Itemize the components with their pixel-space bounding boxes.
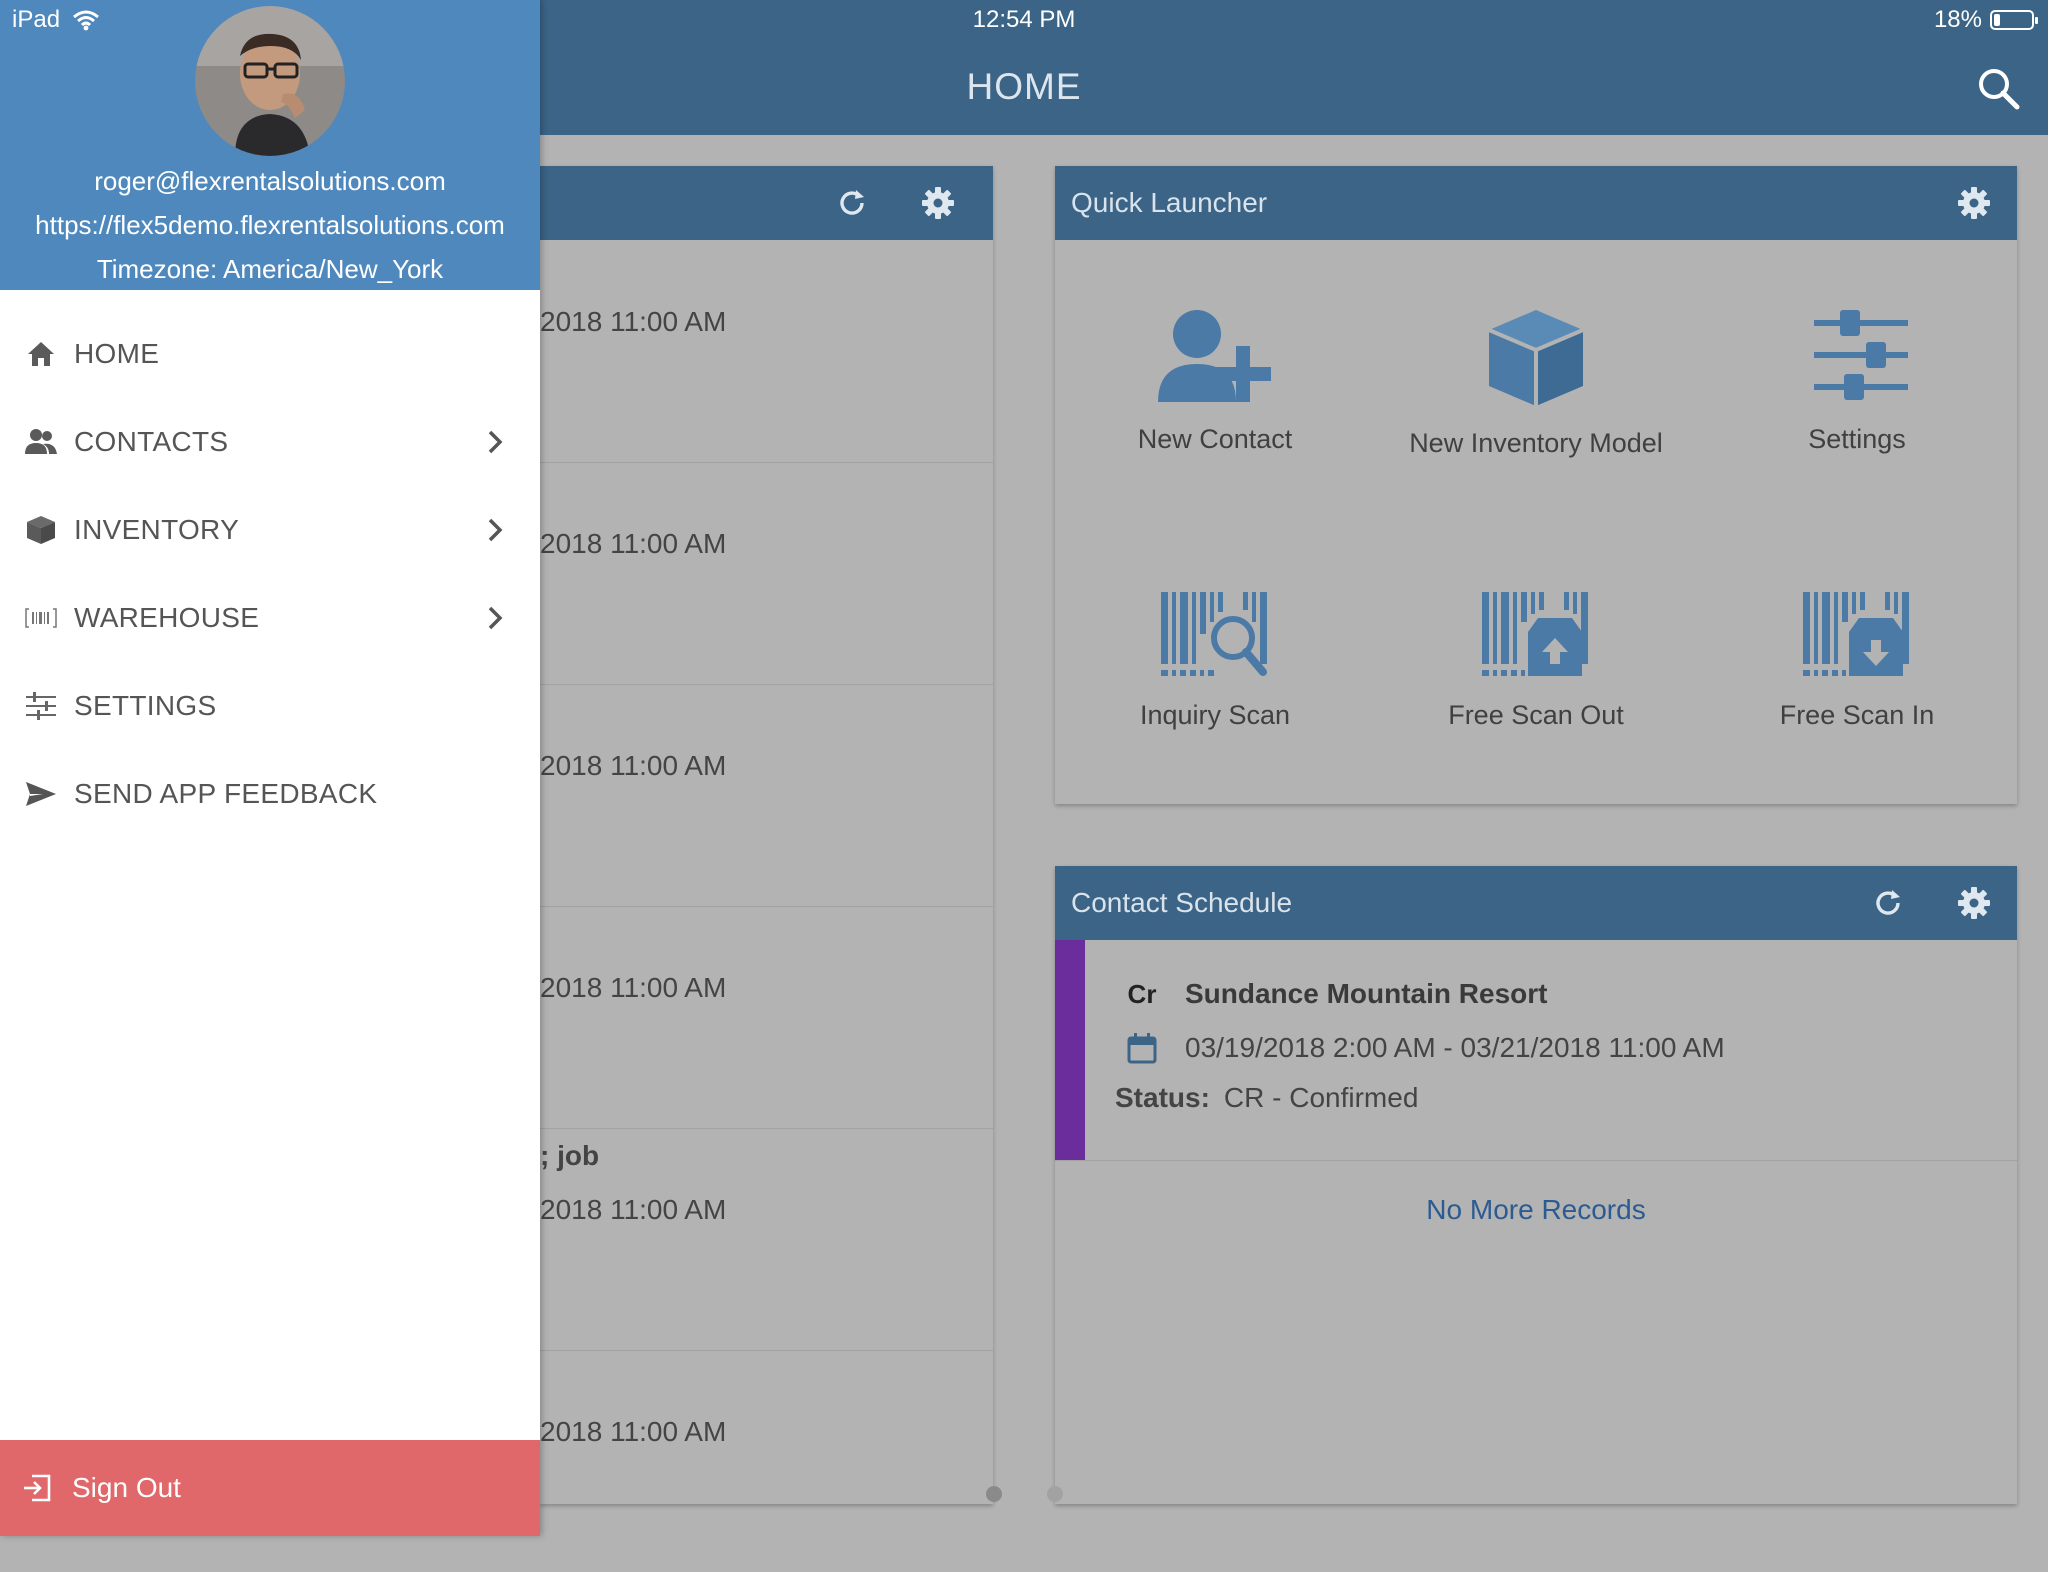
- gear-icon: [922, 187, 954, 219]
- status-code-badge: Cr: [1127, 978, 1157, 1009]
- sliders-icon: [1814, 310, 1908, 400]
- sign-out-icon: [22, 1474, 52, 1502]
- sidebar-item-settings[interactable]: SETTINGS: [0, 662, 540, 750]
- status-color-bar: [1055, 940, 1085, 1160]
- home-icon: [24, 337, 58, 371]
- barcode-search-icon: [1161, 592, 1267, 676]
- cube-icon: [24, 513, 58, 547]
- calendar-icon: [1117, 1032, 1167, 1064]
- quick-launcher-card: Quick Launcher New Contact New Inventory…: [1055, 166, 2017, 804]
- refresh-button[interactable]: [825, 176, 879, 230]
- user-plus-icon: [1158, 310, 1271, 402]
- contact-schedule-header: Contact Schedule: [1055, 866, 2017, 940]
- contact-schedule-refresh-button[interactable]: [1861, 876, 1915, 930]
- free-scan-out-button[interactable]: Free Scan Out: [1376, 592, 1696, 731]
- page-indicator-dot[interactable]: [986, 1486, 1002, 1502]
- status-label: Status:: [1115, 1082, 1210, 1113]
- cube-icon: [1488, 310, 1584, 406]
- paper-plane-icon: [24, 777, 58, 811]
- gear-icon: [1958, 887, 1990, 919]
- page-indicator-dot[interactable]: [1047, 1486, 1063, 1502]
- schedule-card: 2018 11:00 AM 2018 11:00 AM 2018 11:00 A…: [540, 166, 993, 1504]
- list-item[interactable]: ; job 2018 11:00 AM: [540, 1128, 993, 1351]
- gear-icon: [1958, 187, 1990, 219]
- quick-launcher-settings-button[interactable]: [1947, 176, 2001, 230]
- chevron-right-icon: [480, 515, 510, 545]
- contact-schedule-settings-button[interactable]: [1947, 876, 2001, 930]
- list-item[interactable]: 2018 11:00 AM: [540, 906, 993, 1129]
- chevron-right-icon: [480, 427, 510, 457]
- new-inventory-model-button[interactable]: New Inventory Model: [1376, 306, 1696, 459]
- side-drawer: iPad roger@flexrentalsolutions.com https…: [0, 0, 540, 1536]
- free-scan-in-button[interactable]: Free Scan In: [1697, 592, 2017, 731]
- refresh-icon: [840, 190, 864, 215]
- sidebar-item-send-app-feedback[interactable]: SEND APP FEEDBACK: [0, 750, 540, 838]
- record-dates: 03/19/2018 2:00 AM - 03/21/2018 11:00 AM: [1185, 1032, 1725, 1063]
- contact-schedule-title: Contact Schedule: [1071, 887, 1293, 918]
- schedule-card-header: [540, 166, 993, 240]
- server-url: https://flex5demo.flexrentalsolutions.co…: [35, 210, 505, 240]
- chevron-right-icon: [480, 603, 510, 633]
- schedule-record[interactable]: Cr Sundance Mountain Resort 03/19/2018 2…: [1055, 940, 2017, 1161]
- list-item[interactable]: 2018 11:00 AM: [540, 1350, 993, 1572]
- sidebar-item-warehouse[interactable]: WAREHOUSE: [0, 574, 540, 662]
- search-button[interactable]: [1972, 62, 2026, 116]
- quick-launcher-title: Quick Launcher: [1071, 187, 1268, 218]
- list-item[interactable]: 2018 11:00 AM: [540, 684, 993, 907]
- user-timezone: Timezone: America/New_York: [96, 254, 444, 284]
- device-name: iPad: [12, 6, 61, 33]
- list-item[interactable]: 2018 11:00 AM: [540, 462, 993, 685]
- avatar[interactable]: [195, 6, 345, 156]
- inquiry-scan-button[interactable]: Inquiry Scan: [1055, 592, 1375, 731]
- sliders-icon: [24, 689, 58, 723]
- no-more-records-link[interactable]: No More Records: [1055, 1194, 2017, 1226]
- status-value: CR - Confirmed: [1223, 1082, 1419, 1113]
- battery-icon: [1990, 10, 2038, 30]
- battery-percent: 18%: [1933, 6, 1982, 33]
- settings-launcher-button[interactable]: Settings: [1697, 306, 2017, 455]
- barcode-icon: [24, 601, 58, 635]
- quick-launcher-header: Quick Launcher: [1055, 166, 2017, 240]
- record-name: Sundance Mountain Resort: [1185, 978, 1548, 1009]
- sidebar-item-inventory[interactable]: INVENTORY: [0, 486, 540, 574]
- drawer-header: iPad roger@flexrentalsolutions.com https…: [0, 0, 540, 290]
- refresh-icon: [1876, 890, 1900, 915]
- sidebar-item-home[interactable]: HOME: [0, 310, 540, 398]
- user-email: roger@flexrentalsolutions.com: [94, 166, 446, 196]
- wifi-icon: [73, 10, 100, 31]
- sidebar-item-contacts[interactable]: CONTACTS: [0, 398, 540, 486]
- card-settings-button[interactable]: [911, 176, 965, 230]
- barcode-box-up-icon: [1482, 592, 1588, 676]
- contact-schedule-card: Contact Schedule Cr Sundance Mountain Re…: [1055, 866, 2017, 1504]
- contacts-icon: [24, 425, 58, 459]
- search-icon: [1979, 69, 2020, 110]
- status-battery: 18%: [1933, 6, 2038, 34]
- list-item[interactable]: 2018 11:00 AM: [540, 240, 993, 463]
- user-photo-icon: [195, 6, 345, 156]
- barcode-box-down-icon: [1803, 592, 1909, 676]
- sign-out-button[interactable]: Sign Out: [0, 1440, 540, 1536]
- new-contact-button[interactable]: New Contact: [1055, 306, 1375, 455]
